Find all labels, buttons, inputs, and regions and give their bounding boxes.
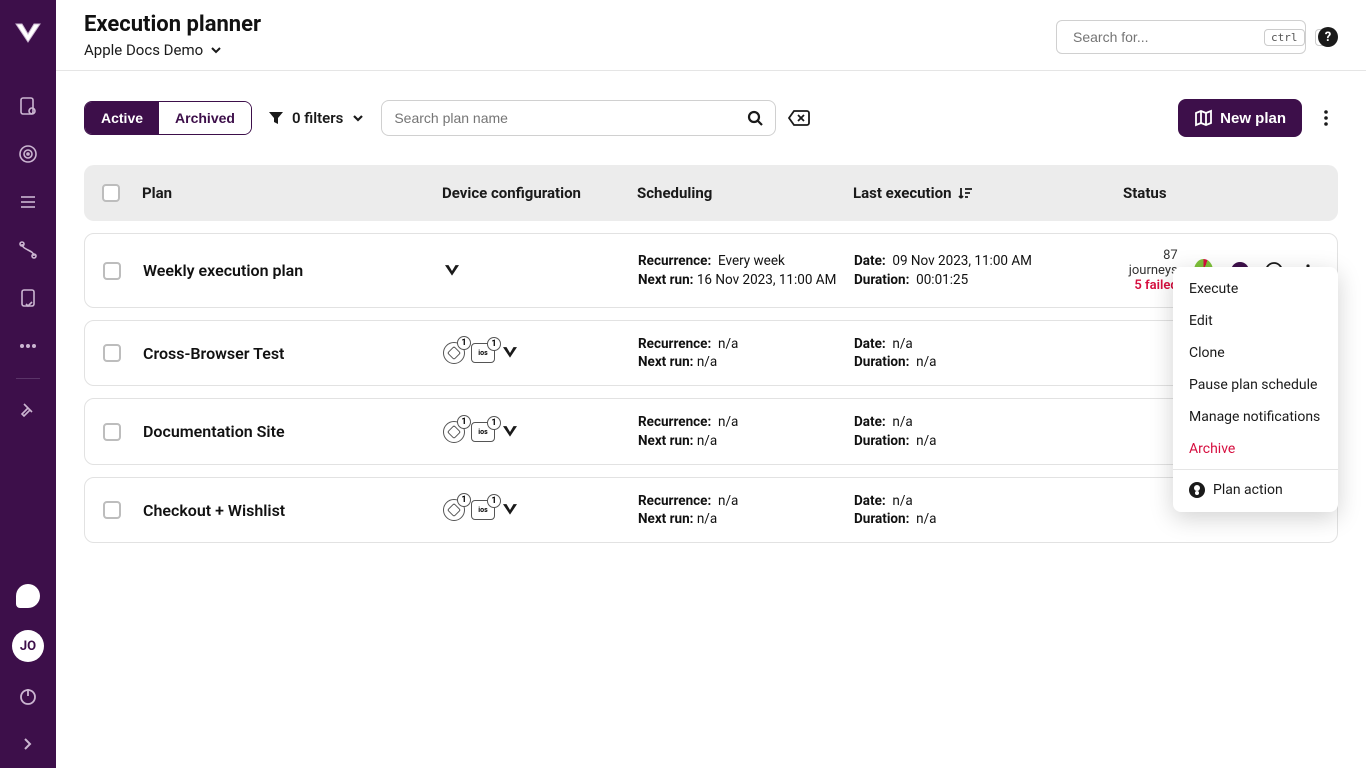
- filters-label: 0 filters: [292, 109, 343, 127]
- last-execution-cell: Date: n/a Duration: n/a: [854, 492, 1124, 528]
- col-scheduling: Scheduling: [637, 184, 853, 202]
- v-logo-icon: [501, 346, 519, 360]
- table-row[interactable]: Cross-Browser Test 1 ios1 Recurrence: n/…: [84, 320, 1338, 386]
- tab-active[interactable]: Active: [85, 102, 159, 134]
- scheduling-cell: Recurrence: n/a Next run: n/a: [638, 492, 854, 528]
- power-icon[interactable]: [8, 676, 48, 716]
- menu-notify[interactable]: Manage notifications: [1173, 401, 1338, 433]
- chat-icon[interactable]: [8, 576, 48, 616]
- chevron-down-icon: [351, 111, 365, 125]
- menu-separator: [1173, 469, 1338, 470]
- menu-archive[interactable]: Archive: [1173, 433, 1338, 465]
- nav-item-2[interactable]: [8, 134, 48, 174]
- scheduling-cell: Recurrence: n/a Next run: n/a: [638, 335, 854, 371]
- plan-search-input[interactable]: [394, 110, 739, 126]
- ios-device-icon: ios1: [471, 343, 495, 363]
- funnel-icon: [268, 110, 284, 126]
- tab-archived[interactable]: Archived: [159, 102, 251, 134]
- device-config: 1 ios1: [443, 342, 638, 364]
- row-checkbox[interactable]: [103, 501, 121, 519]
- last-execution-cell: Date: 09 Nov 2023, 11:00 AM Duration: 00…: [854, 252, 1124, 288]
- toolbar-more-button[interactable]: [1314, 100, 1338, 136]
- sidebar-divider: [16, 378, 40, 379]
- device-config: 1 ios1: [443, 421, 638, 443]
- table-header: Plan Device configuration Scheduling Las…: [84, 165, 1338, 221]
- menu-execute[interactable]: Execute: [1173, 273, 1338, 305]
- menu-plan-action[interactable]: Plan action: [1173, 474, 1338, 506]
- v-logo-icon: [501, 503, 519, 517]
- project-name: Apple Docs Demo: [84, 41, 203, 59]
- expand-icon[interactable]: [8, 724, 48, 764]
- select-all-checkbox[interactable]: [102, 184, 120, 202]
- filters-button[interactable]: 0 filters: [264, 103, 369, 133]
- table-row[interactable]: Weekly execution plan Recurrence: Every …: [84, 233, 1338, 308]
- col-status: Status: [1123, 184, 1320, 202]
- nav-item-1[interactable]: [8, 86, 48, 126]
- menu-edit[interactable]: Edit: [1173, 305, 1338, 337]
- last-execution-cell: Date: n/a Duration: n/a: [854, 413, 1124, 449]
- global-search[interactable]: ctrl K: [1056, 20, 1306, 54]
- compass-icon: 1: [443, 342, 465, 364]
- table-row[interactable]: Documentation Site 1 ios1 Recurrence: n/…: [84, 398, 1338, 464]
- project-selector[interactable]: Apple Docs Demo: [84, 41, 261, 59]
- plan-name: Documentation Site: [143, 422, 443, 441]
- github-icon: [1189, 482, 1205, 498]
- plan-search[interactable]: [381, 100, 776, 136]
- row-checkbox[interactable]: [103, 344, 121, 362]
- sort-icon: [957, 185, 973, 201]
- clear-search-button[interactable]: [788, 109, 810, 127]
- plan-name: Weekly execution plan: [143, 261, 443, 280]
- scheduling-cell: Recurrence: n/a Next run: n/a: [638, 413, 854, 449]
- scheduling-cell: Recurrence: Every week Next run: 16 Nov …: [638, 252, 854, 288]
- user-avatar[interactable]: JO: [12, 630, 44, 662]
- menu-clone[interactable]: Clone: [1173, 337, 1338, 369]
- compass-icon: 1: [443, 499, 465, 521]
- tab-group: Active Archived: [84, 101, 252, 135]
- col-device: Device configuration: [442, 184, 637, 202]
- new-plan-button[interactable]: New plan: [1178, 99, 1302, 137]
- v-logo-icon: [501, 425, 519, 439]
- nav-item-4[interactable]: [8, 230, 48, 270]
- v-logo-icon: [443, 264, 461, 278]
- plan-name: Cross-Browser Test: [143, 344, 443, 363]
- device-config: [443, 264, 638, 278]
- topbar: Execution planner Apple Docs Demo ctrl K…: [56, 0, 1366, 71]
- ios-device-icon: ios1: [471, 500, 495, 520]
- plan-name: Checkout + Wishlist: [143, 501, 443, 520]
- toolbar: Active Archived 0 filters New plan: [84, 99, 1338, 137]
- global-search-input[interactable]: [1073, 29, 1254, 45]
- col-last-execution[interactable]: Last execution: [853, 184, 1123, 202]
- left-sidebar: JO: [0, 0, 56, 768]
- nav-item-more[interactable]: [8, 326, 48, 366]
- ios-device-icon: ios1: [471, 422, 495, 442]
- last-execution-cell: Date: n/a Duration: n/a: [854, 335, 1124, 371]
- main-area: Execution planner Apple Docs Demo ctrl K…: [56, 0, 1366, 768]
- nav-item-3[interactable]: [8, 182, 48, 222]
- row-checkbox[interactable]: [103, 423, 121, 441]
- compass-icon: 1: [443, 421, 465, 443]
- device-config: 1 ios1: [443, 499, 638, 521]
- nav-item-pin[interactable]: [8, 391, 48, 431]
- nav-item-5[interactable]: [8, 278, 48, 318]
- kbd-ctrl: ctrl: [1264, 29, 1305, 46]
- search-icon: [747, 110, 763, 126]
- new-plan-label: New plan: [1220, 110, 1286, 127]
- table-row[interactable]: Checkout + Wishlist 1 ios1 Recurrence: n…: [84, 477, 1338, 543]
- help-icon[interactable]: ?: [1318, 27, 1338, 47]
- col-plan: Plan: [142, 184, 442, 202]
- map-icon: [1194, 109, 1212, 127]
- page-title: Execution planner: [84, 12, 261, 37]
- content: Active Archived 0 filters New plan: [56, 71, 1366, 571]
- backspace-icon: [788, 109, 810, 127]
- journeys-summary: 87 journeys 5 failed: [1124, 248, 1178, 293]
- chevron-down-icon: [209, 43, 223, 57]
- row-context-menu: Execute Edit Clone Pause plan schedule M…: [1173, 267, 1338, 512]
- menu-pause[interactable]: Pause plan schedule: [1173, 369, 1338, 401]
- more-vertical-icon: [1317, 109, 1335, 127]
- row-checkbox[interactable]: [103, 262, 121, 280]
- app-logo: [12, 18, 44, 50]
